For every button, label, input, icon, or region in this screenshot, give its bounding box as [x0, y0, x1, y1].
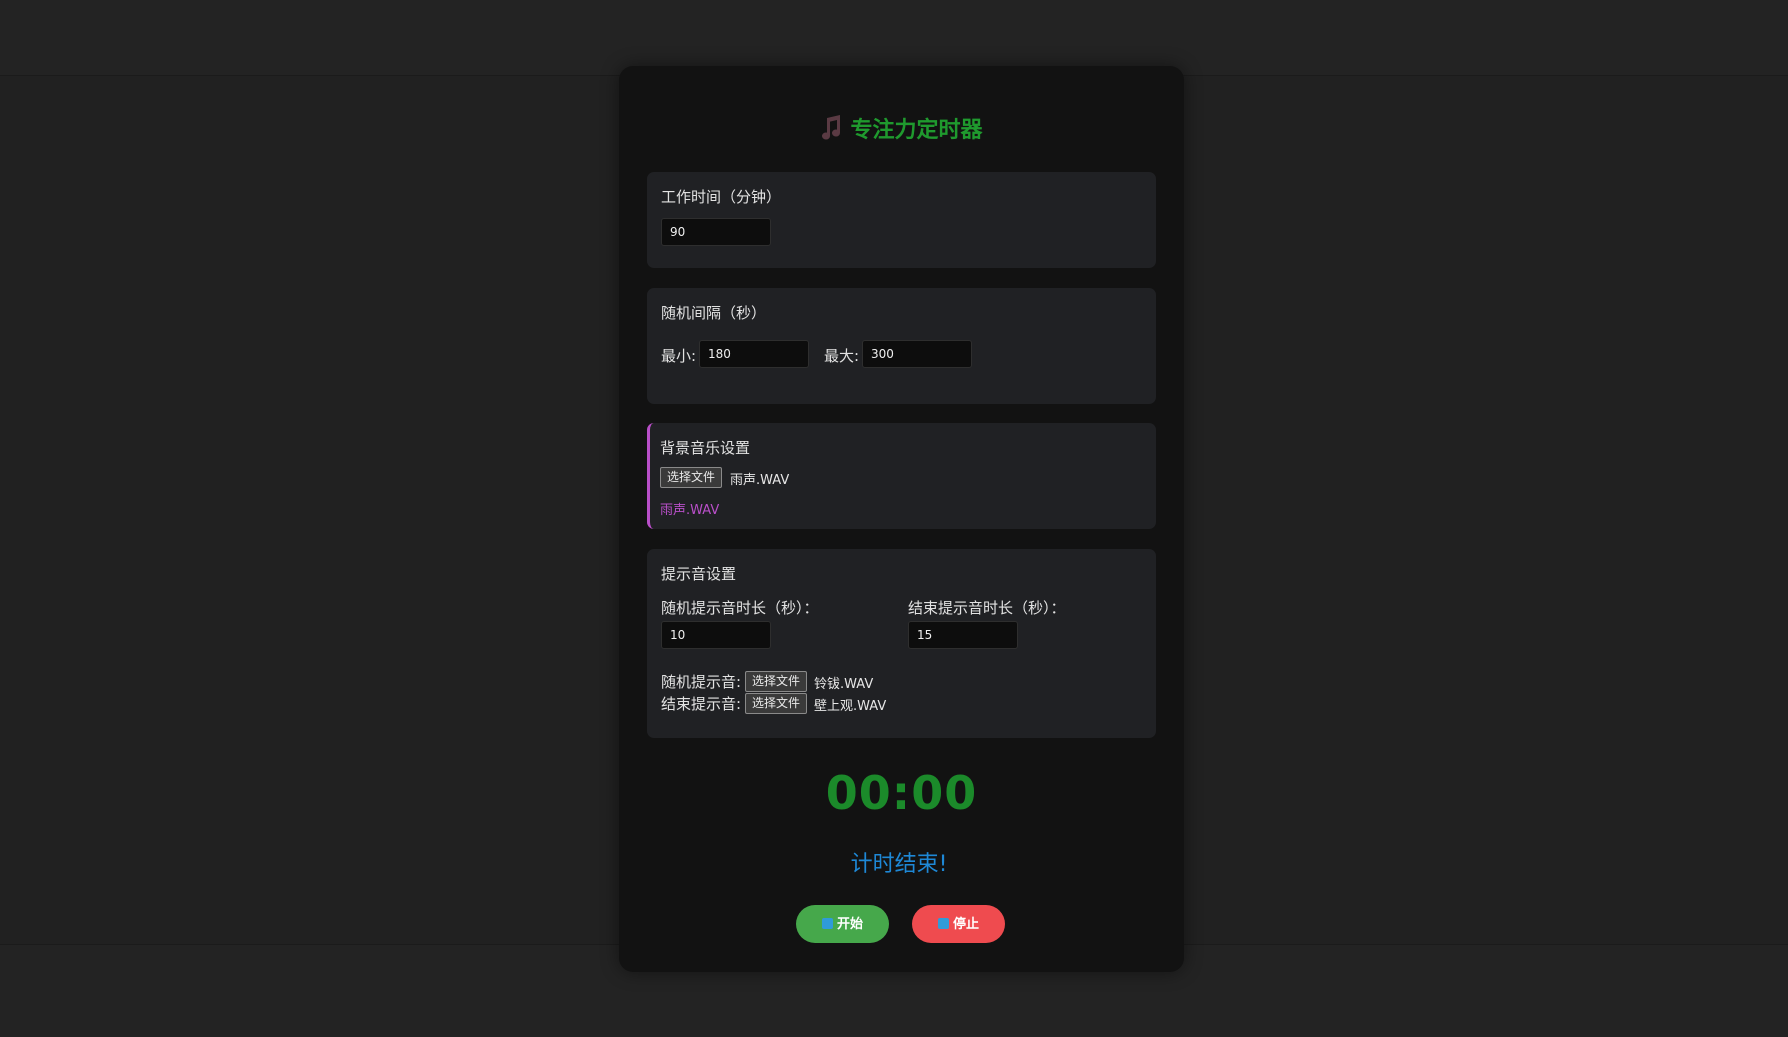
work-time-input[interactable] — [661, 218, 771, 246]
interval-max-label: 最大: — [824, 347, 860, 365]
random-sound-choose-file-button[interactable]: 选择文件 — [745, 671, 808, 692]
random-duration-input[interactable] — [661, 621, 771, 649]
start-button[interactable]: 开始 — [796, 905, 889, 943]
end-sound-file-name: 壁上观.WAV — [814, 699, 887, 714]
bgm-file-name: 雨声.WAV — [730, 473, 790, 488]
background-music-label: 背景音乐设置 — [660, 439, 751, 457]
work-time-label: 工作时间（分钟） — [661, 188, 782, 206]
end-sound-choose-file-button[interactable]: 选择文件 — [745, 693, 808, 714]
interval-max-input[interactable] — [862, 340, 972, 368]
random-duration-label: 随机提示音时长（秒）： — [661, 599, 819, 617]
end-sound-label: 结束提示音: — [661, 695, 742, 713]
random-sound-file-name: 铃钹.WAV — [814, 677, 874, 692]
music-note-icon — [822, 115, 841, 140]
timer-status: 计时结束! — [850, 852, 948, 877]
alert-sound-card: 提示音设置 随机提示音时长（秒）： 结束提示音时长（秒）： 随机提示音: 选择文… — [647, 549, 1156, 738]
start-button-label: 开始 — [836, 917, 863, 932]
stop-button[interactable]: 停止 — [912, 905, 1005, 943]
alert-settings-label: 提示音设置 — [661, 565, 737, 583]
work-time-card: 工作时间（分钟） — [647, 172, 1156, 268]
top-band — [0, 0, 1788, 76]
end-duration-input[interactable] — [908, 621, 1018, 649]
random-sound-label: 随机提示音: — [661, 673, 742, 691]
random-interval-label: 随机间隔（秒） — [661, 304, 767, 322]
app-title-text: 专注力定时器 — [850, 118, 983, 143]
play-icon — [821, 918, 833, 929]
random-interval-card: 随机间隔（秒） 最小: 最大: — [647, 288, 1156, 404]
stop-icon — [937, 918, 949, 929]
timer-display: 00:00 — [825, 766, 978, 820]
app-title: 专注力定时器 — [619, 114, 1184, 148]
bgm-choose-file-button[interactable]: 选择文件 — [660, 467, 723, 488]
interval-min-label: 最小: — [661, 347, 697, 365]
stop-button-label: 停止 — [952, 917, 979, 932]
timer-panel: 专注力定时器 工作时间（分钟） 随机间隔（秒） 最小: 最大: 背景音乐设置 选… — [619, 66, 1184, 972]
interval-min-input[interactable] — [699, 340, 809, 368]
bgm-current-track: 雨声.WAV — [660, 503, 720, 518]
end-duration-label: 结束提示音时长（秒）： — [908, 599, 1066, 617]
background-music-card: 背景音乐设置 选择文件 雨声.WAV 雨声.WAV — [647, 423, 1156, 529]
